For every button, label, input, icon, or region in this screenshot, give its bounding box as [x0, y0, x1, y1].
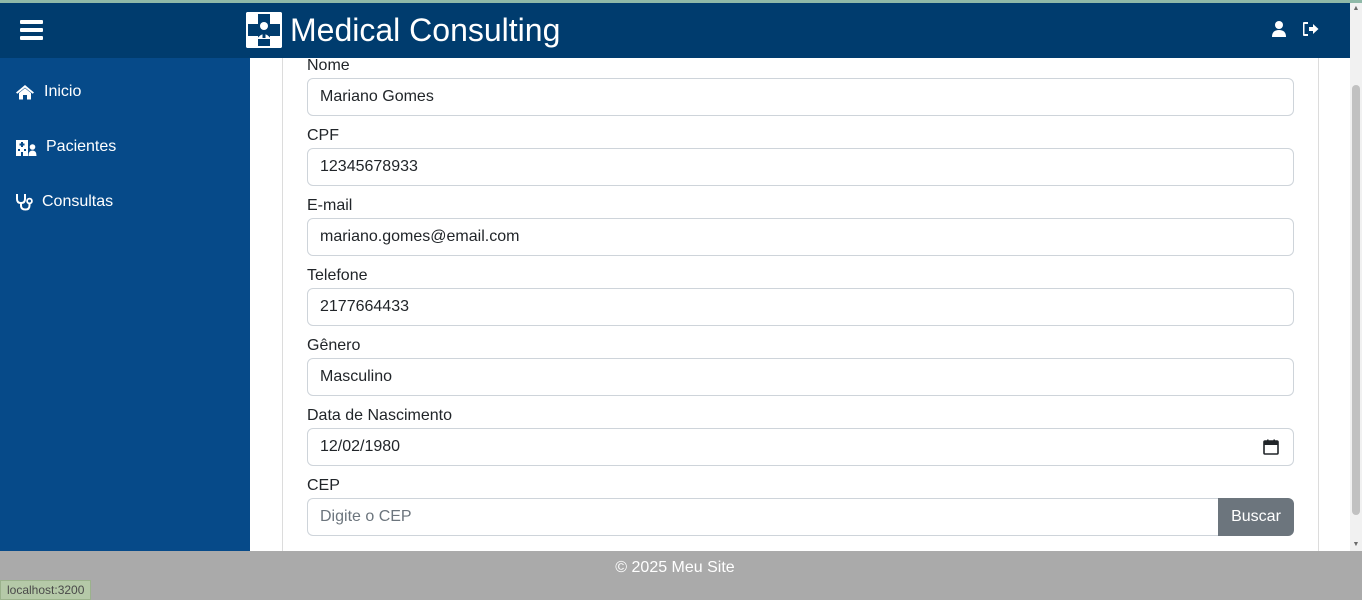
hospital-user-icon: [16, 137, 37, 157]
sidebar-item-label: Inicio: [44, 83, 82, 100]
sidebar-item-consultas[interactable]: Consultas: [0, 182, 250, 222]
status-bar-url: localhost:3200: [0, 580, 92, 600]
page-footer: © 2025 Meu Site: [0, 551, 1362, 600]
medical-logo-icon: [246, 12, 282, 48]
sidebar: Inicio Pacientes Consultas: [0, 58, 250, 551]
home-icon: [15, 82, 35, 102]
nome-label: Nome: [307, 58, 350, 74]
page-scrollbar[interactable]: ▲ ▼: [1350, 3, 1362, 551]
email-input[interactable]: [307, 218, 1294, 256]
telefone-input[interactable]: [307, 288, 1294, 326]
email-label: E-mail: [307, 197, 353, 214]
top-navbar: Medical Consulting: [0, 3, 1350, 58]
cep-label: CEP: [307, 477, 340, 494]
scrollbar-thumb[interactable]: [1352, 85, 1360, 515]
buscar-cep-button[interactable]: Buscar: [1218, 498, 1294, 536]
footer-copyright: © 2025 Meu Site: [615, 559, 735, 576]
birthdate-label: Data de Nascimento: [307, 407, 452, 424]
scroll-up-icon[interactable]: ▲: [1352, 5, 1360, 13]
brand[interactable]: Medical Consulting: [246, 11, 560, 49]
main-content: Nome CPF E-mail Telefone Gênero Data de …: [250, 58, 1350, 551]
stethoscope-icon: [15, 192, 33, 212]
genero-label: Gênero: [307, 337, 361, 354]
sign-out-icon[interactable]: [1302, 20, 1320, 38]
cpf-label: CPF: [307, 127, 339, 144]
genero-input[interactable]: [307, 358, 1294, 396]
calendar-icon[interactable]: [1263, 439, 1279, 455]
hamburger-menu-icon[interactable]: [20, 20, 43, 40]
sidebar-item-pacientes[interactable]: Pacientes: [0, 127, 250, 167]
header-actions: [1270, 20, 1320, 38]
app-title: Medical Consulting: [290, 12, 561, 48]
nome-input[interactable]: [307, 78, 1294, 116]
user-icon[interactable]: [1270, 20, 1288, 38]
telefone-label: Telefone: [307, 267, 368, 284]
cpf-input[interactable]: [307, 148, 1294, 186]
sidebar-item-inicio[interactable]: Inicio: [0, 72, 250, 112]
scroll-down-icon[interactable]: ▼: [1352, 541, 1360, 549]
cep-input[interactable]: [307, 498, 1219, 536]
sidebar-item-label: Consultas: [42, 193, 114, 210]
birthdate-input[interactable]: [307, 428, 1294, 466]
sidebar-item-label: Pacientes: [46, 138, 117, 155]
